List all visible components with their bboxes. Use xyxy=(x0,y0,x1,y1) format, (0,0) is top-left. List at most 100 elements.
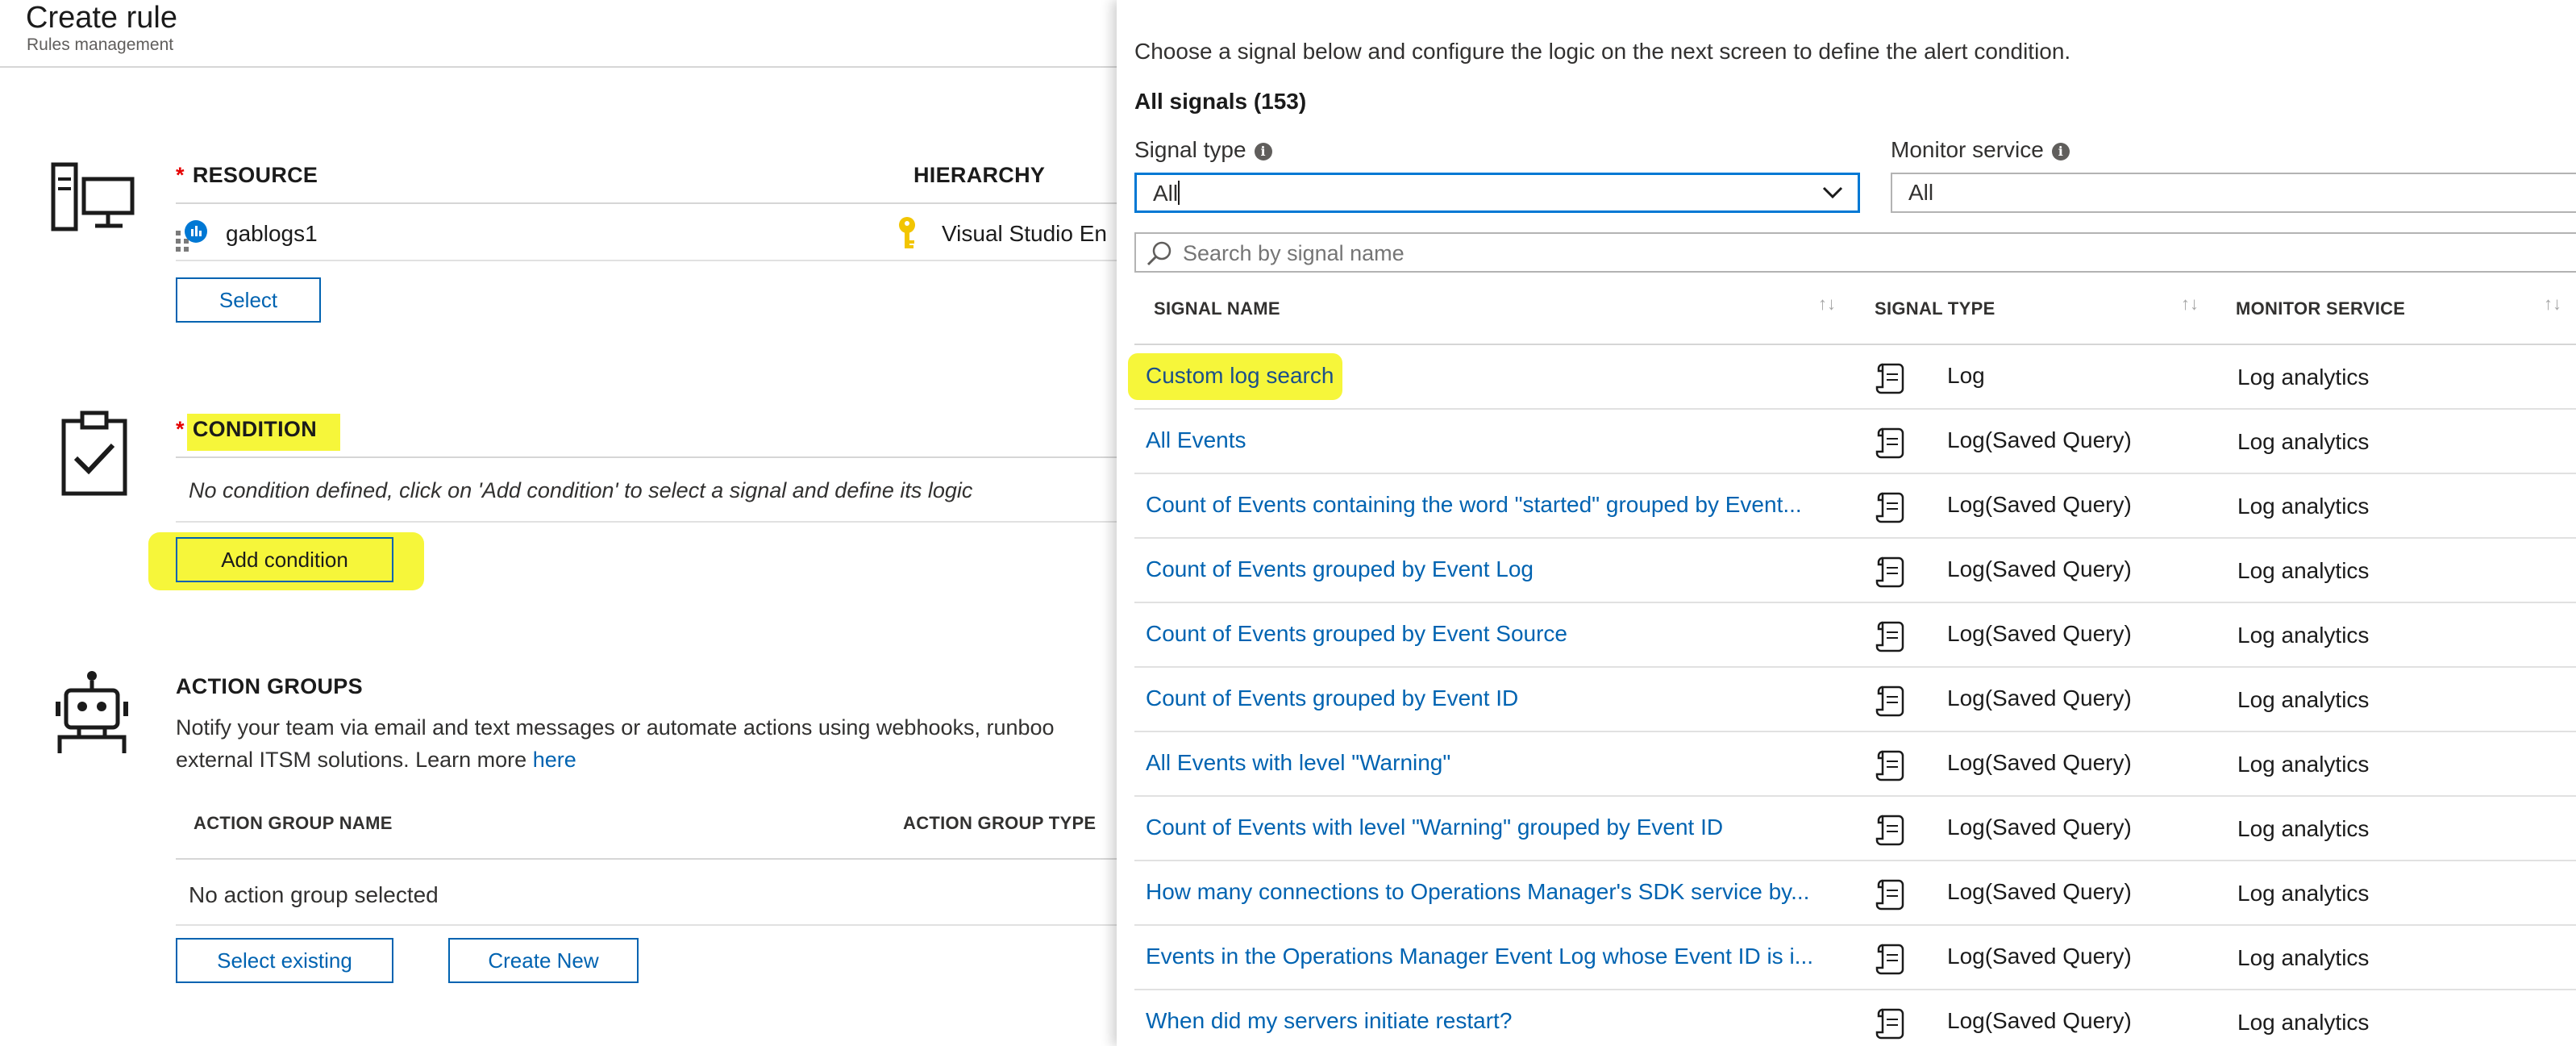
learn-more-link[interactable]: here xyxy=(533,748,576,772)
action-groups-row-divider xyxy=(176,924,1117,926)
table-row[interactable]: Count of Events grouped by Event ID Log(S… xyxy=(1117,668,2576,732)
required-marker: * xyxy=(176,417,185,441)
resource-header-divider xyxy=(176,202,1117,204)
signal-name-column-header[interactable]: SIGNAL NAME xyxy=(1154,298,1280,319)
signal-type-value: Log xyxy=(1947,363,1985,388)
signal-name-link[interactable]: Count of Events grouped by Event ID xyxy=(1146,686,1518,711)
log-icon xyxy=(1875,555,1907,593)
title-divider xyxy=(0,66,1117,68)
text-caret xyxy=(1178,181,1180,205)
signal-name-link[interactable]: How many connections to Operations Manag… xyxy=(1146,879,1809,905)
computer-icon xyxy=(50,161,139,238)
create-rule-blade: Create rule Rules management * RESOURCE H… xyxy=(0,0,1117,1046)
log-icon xyxy=(1875,684,1907,722)
monitor-service-value: Log analytics xyxy=(2237,687,2370,712)
signal-type-value: Log(Saved Query) xyxy=(1947,1008,2132,1033)
table-row[interactable]: Events in the Operations Manager Event L… xyxy=(1117,926,2576,990)
signal-name-link[interactable]: All Events with level "Warning" xyxy=(1146,750,1450,776)
sort-icon[interactable]: ↑↓ xyxy=(2181,294,2199,315)
log-icon xyxy=(1875,877,1907,915)
action-groups-header-divider xyxy=(176,858,1117,860)
action-groups-description: Notify your team via email and text mess… xyxy=(176,715,1055,772)
info-icon[interactable]: i xyxy=(2051,143,2070,160)
signal-type-value: Log(Saved Query) xyxy=(1947,686,2132,711)
clipboard-check-icon xyxy=(60,410,129,501)
monitor-service-dropdown[interactable]: All xyxy=(1891,173,2576,213)
log-icon xyxy=(1875,361,1907,399)
monitor-service-label: Monitor service i xyxy=(1891,137,2070,163)
info-icon[interactable]: i xyxy=(1254,143,1272,160)
signal-type-label: Signal type i xyxy=(1134,137,1272,163)
signal-type-value: Log(Saved Query) xyxy=(1947,556,2132,581)
add-condition-button[interactable]: Add condition xyxy=(176,537,393,582)
condition-header-divider xyxy=(176,456,1117,458)
monitor-service-value: Log analytics xyxy=(2237,494,2370,519)
monitor-service-value: Log analytics xyxy=(2237,365,2370,390)
table-row[interactable]: Custom log search Log Log analytics xyxy=(1117,345,2576,410)
signal-name-link[interactable]: All Events xyxy=(1146,427,1246,453)
resource-name: gablogs1 xyxy=(226,221,318,246)
table-row[interactable]: All Events Log(Saved Query) Log analytics xyxy=(1117,410,2576,474)
monitor-service-value: Log analytics xyxy=(2237,816,2370,841)
log-icon xyxy=(1875,942,1907,980)
signal-name-link[interactable]: Count of Events with level "Warning" gro… xyxy=(1146,815,1723,840)
signal-type-value: Log(Saved Query) xyxy=(1947,492,2132,517)
page-title: Create rule xyxy=(26,1,177,35)
table-row[interactable]: Count of Events containing the word "sta… xyxy=(1117,474,2576,539)
signal-name-link[interactable]: Events in the Operations Manager Event L… xyxy=(1146,944,1813,969)
table-row[interactable]: When did my servers initiate restart? Log… xyxy=(1117,990,2576,1046)
monitor-service-column-header[interactable]: MONITOR SERVICE xyxy=(2236,298,2405,319)
select-existing-button[interactable]: Select existing xyxy=(176,938,393,983)
monitor-service-value: Log analytics xyxy=(2237,881,2370,906)
chevron-down-icon[interactable] xyxy=(1821,177,1845,220)
monitor-service-value: Log analytics xyxy=(2237,623,2370,648)
configure-signal-panel: Choose a signal below and configure the … xyxy=(1117,0,2576,1046)
action-group-type-column: ACTION GROUP TYPE xyxy=(903,813,1097,833)
sort-icon[interactable]: ↑↓ xyxy=(1818,294,1836,315)
log-icon xyxy=(1875,426,1907,464)
monitor-service-value: Log analytics xyxy=(2237,429,2370,454)
table-row[interactable]: Count of Events with level "Warning" gro… xyxy=(1117,797,2576,861)
sort-icon[interactable]: ↑↓ xyxy=(2544,294,2561,315)
monitor-service-value: Log analytics xyxy=(2237,752,2370,777)
search-icon xyxy=(1146,240,1173,273)
signals-count: All signals (153) xyxy=(1134,89,1307,114)
table-row[interactable]: All Events with level "Warning" Log(Saved… xyxy=(1117,732,2576,797)
signal-type-value: Log(Saved Query) xyxy=(1947,944,2132,969)
signal-name-link[interactable]: Count of Events grouped by Event Source xyxy=(1146,621,1567,647)
table-row[interactable]: Count of Events grouped by Event Log Log(… xyxy=(1117,539,2576,603)
signal-type-value: Log(Saved Query) xyxy=(1947,621,2132,646)
log-icon xyxy=(1875,813,1907,851)
condition-row-divider xyxy=(176,521,1117,523)
signal-type-value: Log(Saved Query) xyxy=(1947,427,2132,452)
action-groups-empty-text: No action group selected xyxy=(189,882,439,907)
resource-header: * RESOURCE xyxy=(176,163,318,187)
signal-search-input[interactable] xyxy=(1181,239,2555,268)
condition-empty-text: No condition defined, click on 'Add cond… xyxy=(189,478,973,502)
signal-name-link[interactable]: Count of Events containing the word "sta… xyxy=(1146,492,1802,518)
signal-type-value: Log(Saved Query) xyxy=(1947,815,2132,840)
table-row[interactable]: How many connections to Operations Manag… xyxy=(1117,861,2576,926)
monitor-service-value: Log analytics xyxy=(2237,945,2370,970)
create-new-button[interactable]: Create New xyxy=(448,938,639,983)
page-subtitle: Rules management xyxy=(27,35,174,54)
signal-name-link[interactable]: When did my servers initiate restart? xyxy=(1146,1008,1512,1034)
log-icon xyxy=(1875,748,1907,786)
table-row[interactable]: Count of Events grouped by Event Source L… xyxy=(1117,603,2576,668)
signal-type-value: Log(Saved Query) xyxy=(1947,750,2132,775)
key-icon xyxy=(895,216,919,256)
log-icon xyxy=(1875,1006,1907,1044)
action-group-name-column: ACTION GROUP NAME xyxy=(194,813,393,833)
log-analytics-icon xyxy=(176,219,208,256)
log-icon xyxy=(1875,490,1907,528)
monitor-service-value: Log analytics xyxy=(2237,558,2370,583)
hierarchy-header: HIERARCHY xyxy=(913,163,1046,187)
signal-name-link[interactable]: Count of Events grouped by Event Log xyxy=(1146,556,1534,582)
select-resource-button[interactable]: Select xyxy=(176,277,321,323)
resource-row-divider xyxy=(176,260,1117,261)
signal-type-dropdown[interactable]: All xyxy=(1134,173,1860,213)
hierarchy-value: Visual Studio En xyxy=(942,221,1107,246)
signal-name-link[interactable]: Custom log search xyxy=(1146,363,1334,389)
signal-type-column-header[interactable]: SIGNAL TYPE xyxy=(1875,298,1995,319)
signal-search-box[interactable] xyxy=(1134,232,2576,273)
